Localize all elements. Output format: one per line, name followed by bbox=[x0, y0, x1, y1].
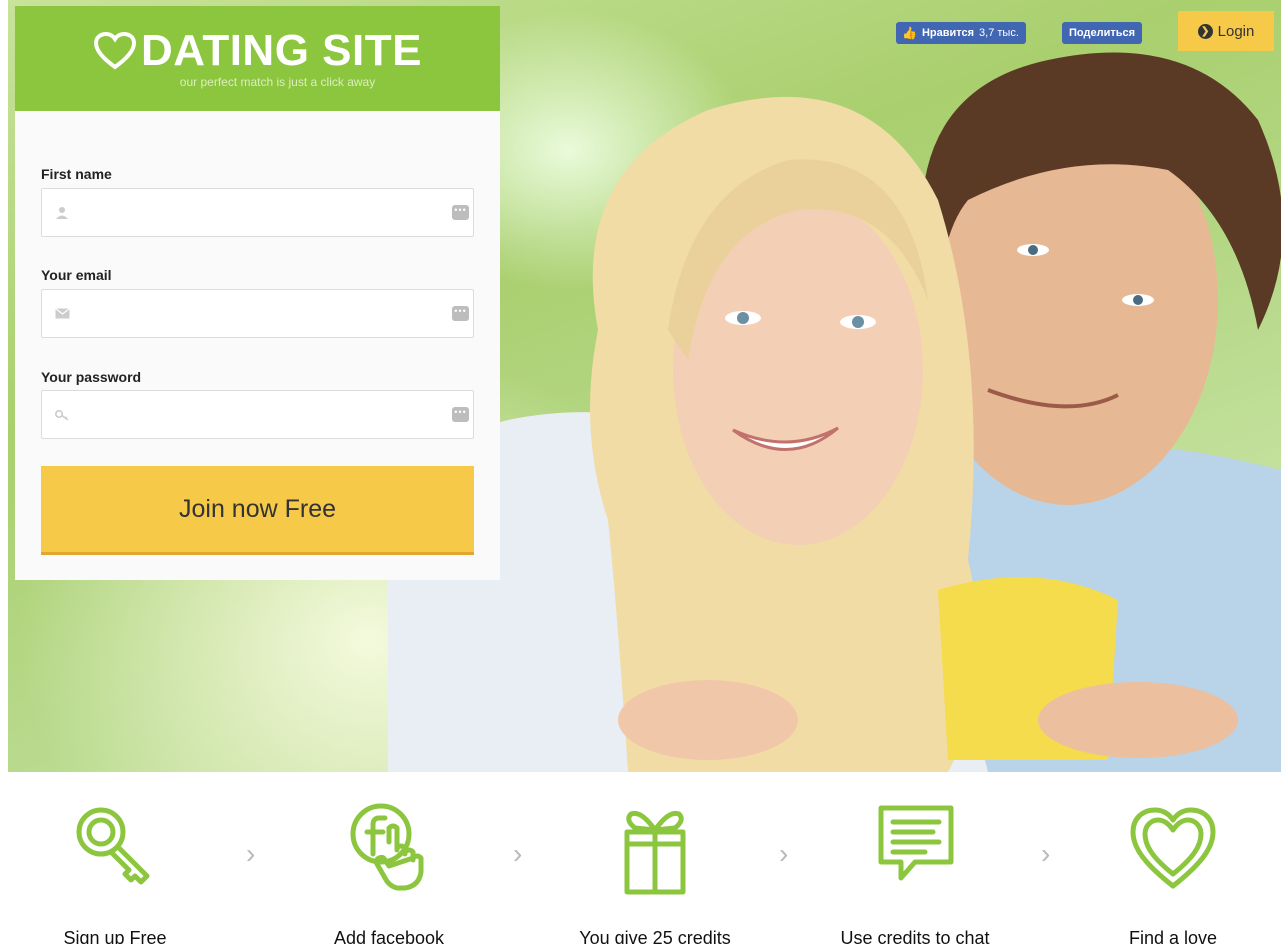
step-label: You give 25 credits bbox=[579, 928, 731, 944]
heart-logo-icon bbox=[94, 31, 137, 69]
facebook-share-button[interactable]: Поделиться bbox=[1062, 22, 1143, 44]
site-tagline: our perfect match is just a click away bbox=[179, 74, 376, 89]
facebook-like-button[interactable]: 👍 Нравится 3,7 тыс. bbox=[896, 22, 1026, 44]
step-label: Use credits to chat bbox=[840, 928, 990, 944]
step-label: Sign up Free bbox=[63, 928, 167, 944]
chevron-right-icon: › bbox=[246, 838, 256, 869]
logo-header: DATING SITE our perfect match is just a … bbox=[15, 6, 500, 111]
step-give-credits: You give 25 credits bbox=[545, 798, 765, 944]
step-find-love: Find a love bbox=[1063, 798, 1281, 944]
login-label: Login bbox=[1217, 22, 1255, 40]
arrow-circle-icon: ❯ bbox=[1197, 23, 1213, 39]
step-label: Find a love bbox=[1128, 928, 1218, 944]
email-field[interactable]: ••• bbox=[41, 289, 474, 338]
envelope-icon bbox=[42, 308, 82, 319]
email-label: Your email bbox=[41, 267, 112, 283]
join-now-button[interactable]: Join now Free bbox=[41, 466, 474, 555]
site-logo-text: DATING SITE bbox=[141, 25, 422, 75]
heart-icon bbox=[1130, 807, 1216, 889]
chevron-right-icon: › bbox=[779, 838, 789, 869]
key-icon bbox=[76, 807, 150, 885]
key-icon bbox=[42, 409, 82, 421]
autofill-icon[interactable]: ••• bbox=[452, 306, 469, 321]
first-name-label: First name bbox=[41, 166, 112, 182]
first-name-input[interactable] bbox=[82, 189, 452, 236]
chevron-right-icon: › bbox=[1041, 838, 1051, 869]
login-button[interactable]: ❯ Login bbox=[1178, 11, 1274, 51]
password-label: Your password bbox=[41, 369, 142, 385]
like-count: 3,7 тыс. bbox=[979, 27, 1019, 39]
step-add-facebook: Add facebook bbox=[279, 798, 499, 944]
password-field[interactable]: ••• bbox=[41, 390, 474, 439]
how-it-works-steps: Sign up Free › Add facebook › You give 2… bbox=[0, 772, 1281, 944]
step-chat: Use credits to chat bbox=[805, 798, 1025, 944]
password-input[interactable] bbox=[82, 391, 452, 438]
share-label: Поделиться bbox=[1069, 27, 1136, 39]
step-label: Add facebook bbox=[333, 928, 445, 944]
like-label: Нравится bbox=[921, 27, 975, 39]
signup-panel: DATING SITE our perfect match is just a … bbox=[15, 6, 500, 580]
chevron-right-icon: › bbox=[513, 838, 523, 869]
autofill-icon[interactable]: ••• bbox=[452, 407, 469, 422]
autofill-icon[interactable]: ••• bbox=[452, 205, 469, 220]
chat-icon bbox=[878, 805, 954, 881]
gift-icon bbox=[624, 810, 686, 895]
thumbs-up-icon: 👍 bbox=[902, 26, 917, 40]
email-input[interactable] bbox=[82, 290, 452, 337]
facebook-hand-icon bbox=[350, 803, 424, 891]
step-sign-up: Sign up Free bbox=[5, 798, 225, 944]
user-icon bbox=[42, 206, 82, 220]
first-name-field[interactable]: ••• bbox=[41, 188, 474, 237]
